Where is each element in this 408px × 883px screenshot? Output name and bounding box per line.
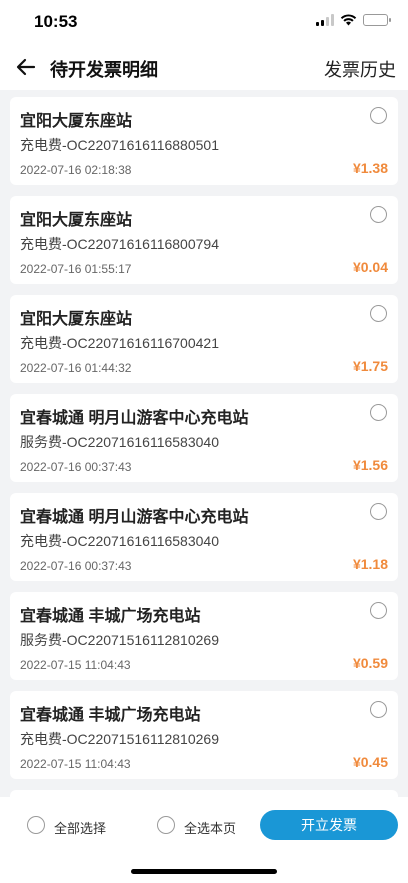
item-select-radio[interactable] xyxy=(370,305,387,322)
item-select-radio[interactable] xyxy=(370,107,387,124)
order-number: 服务费-OC22071616116583040 xyxy=(20,434,219,450)
wifi-icon xyxy=(340,14,357,26)
invoice-item[interactable]: 宜阳大厦东座站 充电费-OC22071616116800794 2022-07-… xyxy=(10,196,398,284)
order-amount: ¥0.59 xyxy=(352,655,388,671)
station-name: 宜春城通 明月山游客中心充电站 xyxy=(20,410,249,427)
back-arrow-icon[interactable] xyxy=(14,55,38,79)
order-amount: ¥0.04 xyxy=(352,259,388,275)
order-time: 2022-07-16 00:37:43 xyxy=(20,559,132,573)
battery-icon xyxy=(363,14,391,26)
order-number: 充电费-OC22071516112810269 xyxy=(20,731,219,747)
nav-bar: 待开发票明细 发票历史 xyxy=(0,44,408,90)
cellular-signal-icon xyxy=(316,14,334,26)
page-title: 待开发票明细 xyxy=(50,60,158,80)
station-name: 宜春城通 丰城广场充电站 xyxy=(20,608,201,625)
item-select-radio[interactable] xyxy=(370,701,387,718)
order-number: 充电费-OC22071616116700421 xyxy=(20,335,219,351)
order-time: 2022-07-15 11:04:43 xyxy=(20,757,131,771)
station-name: 宜春城通 丰城广场充电站 xyxy=(20,707,201,724)
item-select-radio[interactable] xyxy=(370,602,387,619)
order-amount: ¥1.38 xyxy=(352,160,388,176)
issue-invoice-button[interactable]: 开立发票 xyxy=(260,810,398,840)
status-icons xyxy=(316,14,391,26)
order-time: 2022-07-16 00:37:43 xyxy=(20,460,132,474)
station-name: 宜阳大厦东座站 xyxy=(20,311,133,328)
order-number: 服务费-OC22071516112810269 xyxy=(20,632,219,648)
station-name: 宜阳大厦东座站 xyxy=(20,212,133,229)
order-amount: ¥1.18 xyxy=(352,556,388,572)
order-time: 2022-07-16 01:44:32 xyxy=(20,361,132,375)
home-indicator xyxy=(131,869,277,874)
status-bar: 10:53 xyxy=(0,0,408,44)
item-select-radio[interactable] xyxy=(370,206,387,223)
invoice-item[interactable]: 宜春城通 丰城广场充电站 充电费-OC22071516112810269 202… xyxy=(10,691,398,779)
select-page-radio[interactable] xyxy=(157,816,175,834)
invoice-item[interactable]: 宜阳大厦东座站 充电费-OC22071616116880501 2022-07-… xyxy=(10,97,398,185)
item-select-radio[interactable] xyxy=(370,404,387,421)
order-amount: ¥1.56 xyxy=(352,457,388,473)
invoice-item[interactable]: 宜春城通 丰城广场充电站 服务费-OC22071516112810269 202… xyxy=(10,592,398,680)
order-amount: ¥0.45 xyxy=(352,754,388,770)
status-time: 10:53 xyxy=(34,12,78,31)
select-all-label[interactable]: 全部选择 xyxy=(54,818,106,837)
order-number: 充电费-OC22071616116880501 xyxy=(20,137,219,153)
order-amount: ¥1.75 xyxy=(352,358,388,374)
order-number: 充电费-OC22071616116583040 xyxy=(20,533,219,549)
invoice-item[interactable]: 宜春城通 明月山游客中心充电站 服务费-OC22071616116583040 … xyxy=(10,394,398,482)
order-time: 2022-07-15 11:04:43 xyxy=(20,658,131,672)
station-name: 宜阳大厦东座站 xyxy=(20,113,133,130)
item-select-radio[interactable] xyxy=(370,503,387,520)
station-name: 宜春城通 明月山游客中心充电站 xyxy=(20,509,249,526)
invoice-item[interactable]: 宜阳大厦东座站 充电费-OC22071616116700421 2022-07-… xyxy=(10,295,398,383)
order-number: 充电费-OC22071616116800794 xyxy=(20,236,219,252)
invoice-item[interactable]: 宜春城通 明月山游客中心充电站 充电费-OC22071616116583040 … xyxy=(10,493,398,581)
order-time: 2022-07-16 02:18:38 xyxy=(20,163,132,177)
order-time: 2022-07-16 01:55:17 xyxy=(20,262,132,276)
invoice-history-link[interactable]: 发票历史 xyxy=(324,56,396,82)
select-all-radio[interactable] xyxy=(27,816,45,834)
select-page-label[interactable]: 全选本页 xyxy=(184,818,236,837)
